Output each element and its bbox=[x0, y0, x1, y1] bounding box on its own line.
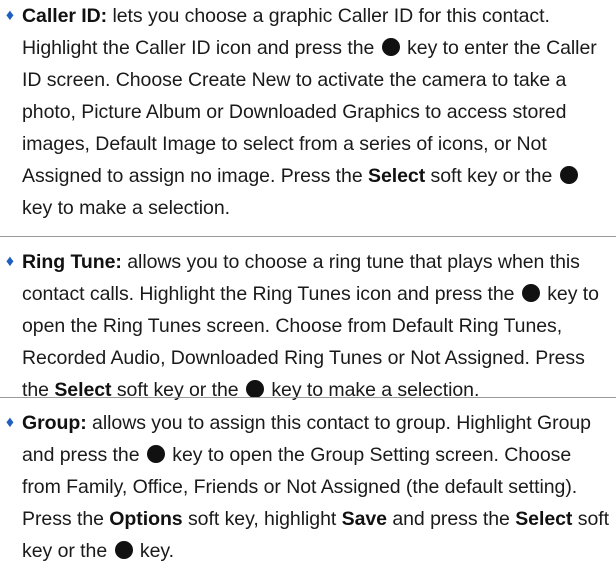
bold-term: Select bbox=[368, 165, 426, 187]
text-run: soft bbox=[572, 508, 609, 530]
ok-key-icon bbox=[381, 38, 400, 56]
text-run: soft key or the bbox=[425, 165, 558, 187]
text-run: Press the bbox=[22, 508, 110, 530]
text-run: Recorded Audio, Downloaded Ring Tunes or… bbox=[22, 347, 585, 369]
text-line: contact calls. Highlight the Ring Tunes … bbox=[22, 278, 599, 310]
bold-term: Group: bbox=[22, 412, 87, 434]
manual-page: ♦ Caller ID: lets you choose a graphic Ca… bbox=[0, 0, 616, 562]
text-run: and press the bbox=[386, 508, 516, 530]
diamond-bullet-icon: ♦ bbox=[5, 414, 15, 431]
section-divider bbox=[0, 397, 616, 398]
text-run: contact calls. Highlight the Ring Tunes … bbox=[22, 283, 520, 305]
text-run: from Family, Office, Friends or Not Assi… bbox=[22, 476, 578, 498]
text-run: images, Default Image to select from a s… bbox=[22, 133, 547, 155]
text-line: Assigned to assign no image. Press the S… bbox=[22, 160, 580, 192]
text-line: Highlight the Caller ID icon and press t… bbox=[22, 32, 597, 64]
text-line: photo, Picture Album or Downloaded Graph… bbox=[22, 96, 566, 128]
text-line: key or the key. bbox=[22, 535, 174, 567]
text-line: the Select soft key or the key to make a… bbox=[22, 374, 479, 406]
text-line: Ring Tune: allows you to choose a ring t… bbox=[22, 246, 580, 278]
text-line: Press the Options soft key, highlight Sa… bbox=[22, 503, 609, 535]
section-divider bbox=[0, 236, 616, 237]
text-line: Recorded Audio, Downloaded Ring Tunes or… bbox=[22, 342, 585, 374]
diamond-bullet-icon: ♦ bbox=[5, 7, 15, 24]
bold-term: Select bbox=[515, 508, 573, 530]
text-line: Group: allows you to assign this contact… bbox=[22, 407, 591, 439]
text-run: key to make a selection. bbox=[22, 197, 230, 219]
text-line: Caller ID: lets you choose a graphic Cal… bbox=[22, 0, 550, 32]
text-run: allows you to assign this contact to gro… bbox=[86, 412, 591, 434]
text-run: allows you to choose a ring tune that pl… bbox=[121, 251, 580, 273]
text-run: lets you choose a graphic Caller ID for … bbox=[107, 5, 550, 27]
text-line: from Family, Office, Friends or Not Assi… bbox=[22, 471, 577, 503]
bold-term: Ring Tune: bbox=[22, 251, 122, 273]
text-run: photo, Picture Album or Downloaded Graph… bbox=[22, 101, 567, 123]
text-line: open the Ring Tunes screen. Choose from … bbox=[22, 310, 562, 342]
text-run: soft key, highlight bbox=[182, 508, 342, 530]
diamond-bullet-icon: ♦ bbox=[5, 253, 15, 270]
text-run: Highlight the Caller ID icon and press t… bbox=[22, 37, 380, 59]
text-run: and press the bbox=[22, 444, 145, 466]
text-run: key to open the Group Setting screen. Ch… bbox=[166, 444, 572, 466]
text-run: ID screen. Choose Create New to activate… bbox=[22, 69, 567, 91]
bold-term: Options bbox=[109, 508, 183, 530]
ok-key-icon bbox=[146, 445, 165, 463]
text-run: Assigned to assign no image. Press the bbox=[22, 165, 368, 187]
text-run: open the Ring Tunes screen. Choose from … bbox=[22, 315, 563, 337]
text-line: ID screen. Choose Create New to activate… bbox=[22, 64, 566, 96]
ok-key-icon bbox=[114, 541, 133, 559]
text-run: key. bbox=[134, 540, 174, 562]
ok-key-icon bbox=[559, 166, 578, 184]
bold-term: Save bbox=[341, 508, 387, 530]
text-line: and press the key to open the Group Sett… bbox=[22, 439, 571, 471]
text-line: images, Default Image to select from a s… bbox=[22, 128, 547, 160]
text-run: key to bbox=[541, 283, 599, 305]
bold-term: Caller ID: bbox=[22, 5, 108, 27]
text-run: key or the bbox=[22, 540, 113, 562]
ok-key-icon bbox=[245, 380, 264, 398]
text-line: key to make a selection. bbox=[22, 192, 230, 224]
ok-key-icon bbox=[521, 284, 540, 302]
text-run: key to enter the Caller bbox=[401, 37, 597, 59]
